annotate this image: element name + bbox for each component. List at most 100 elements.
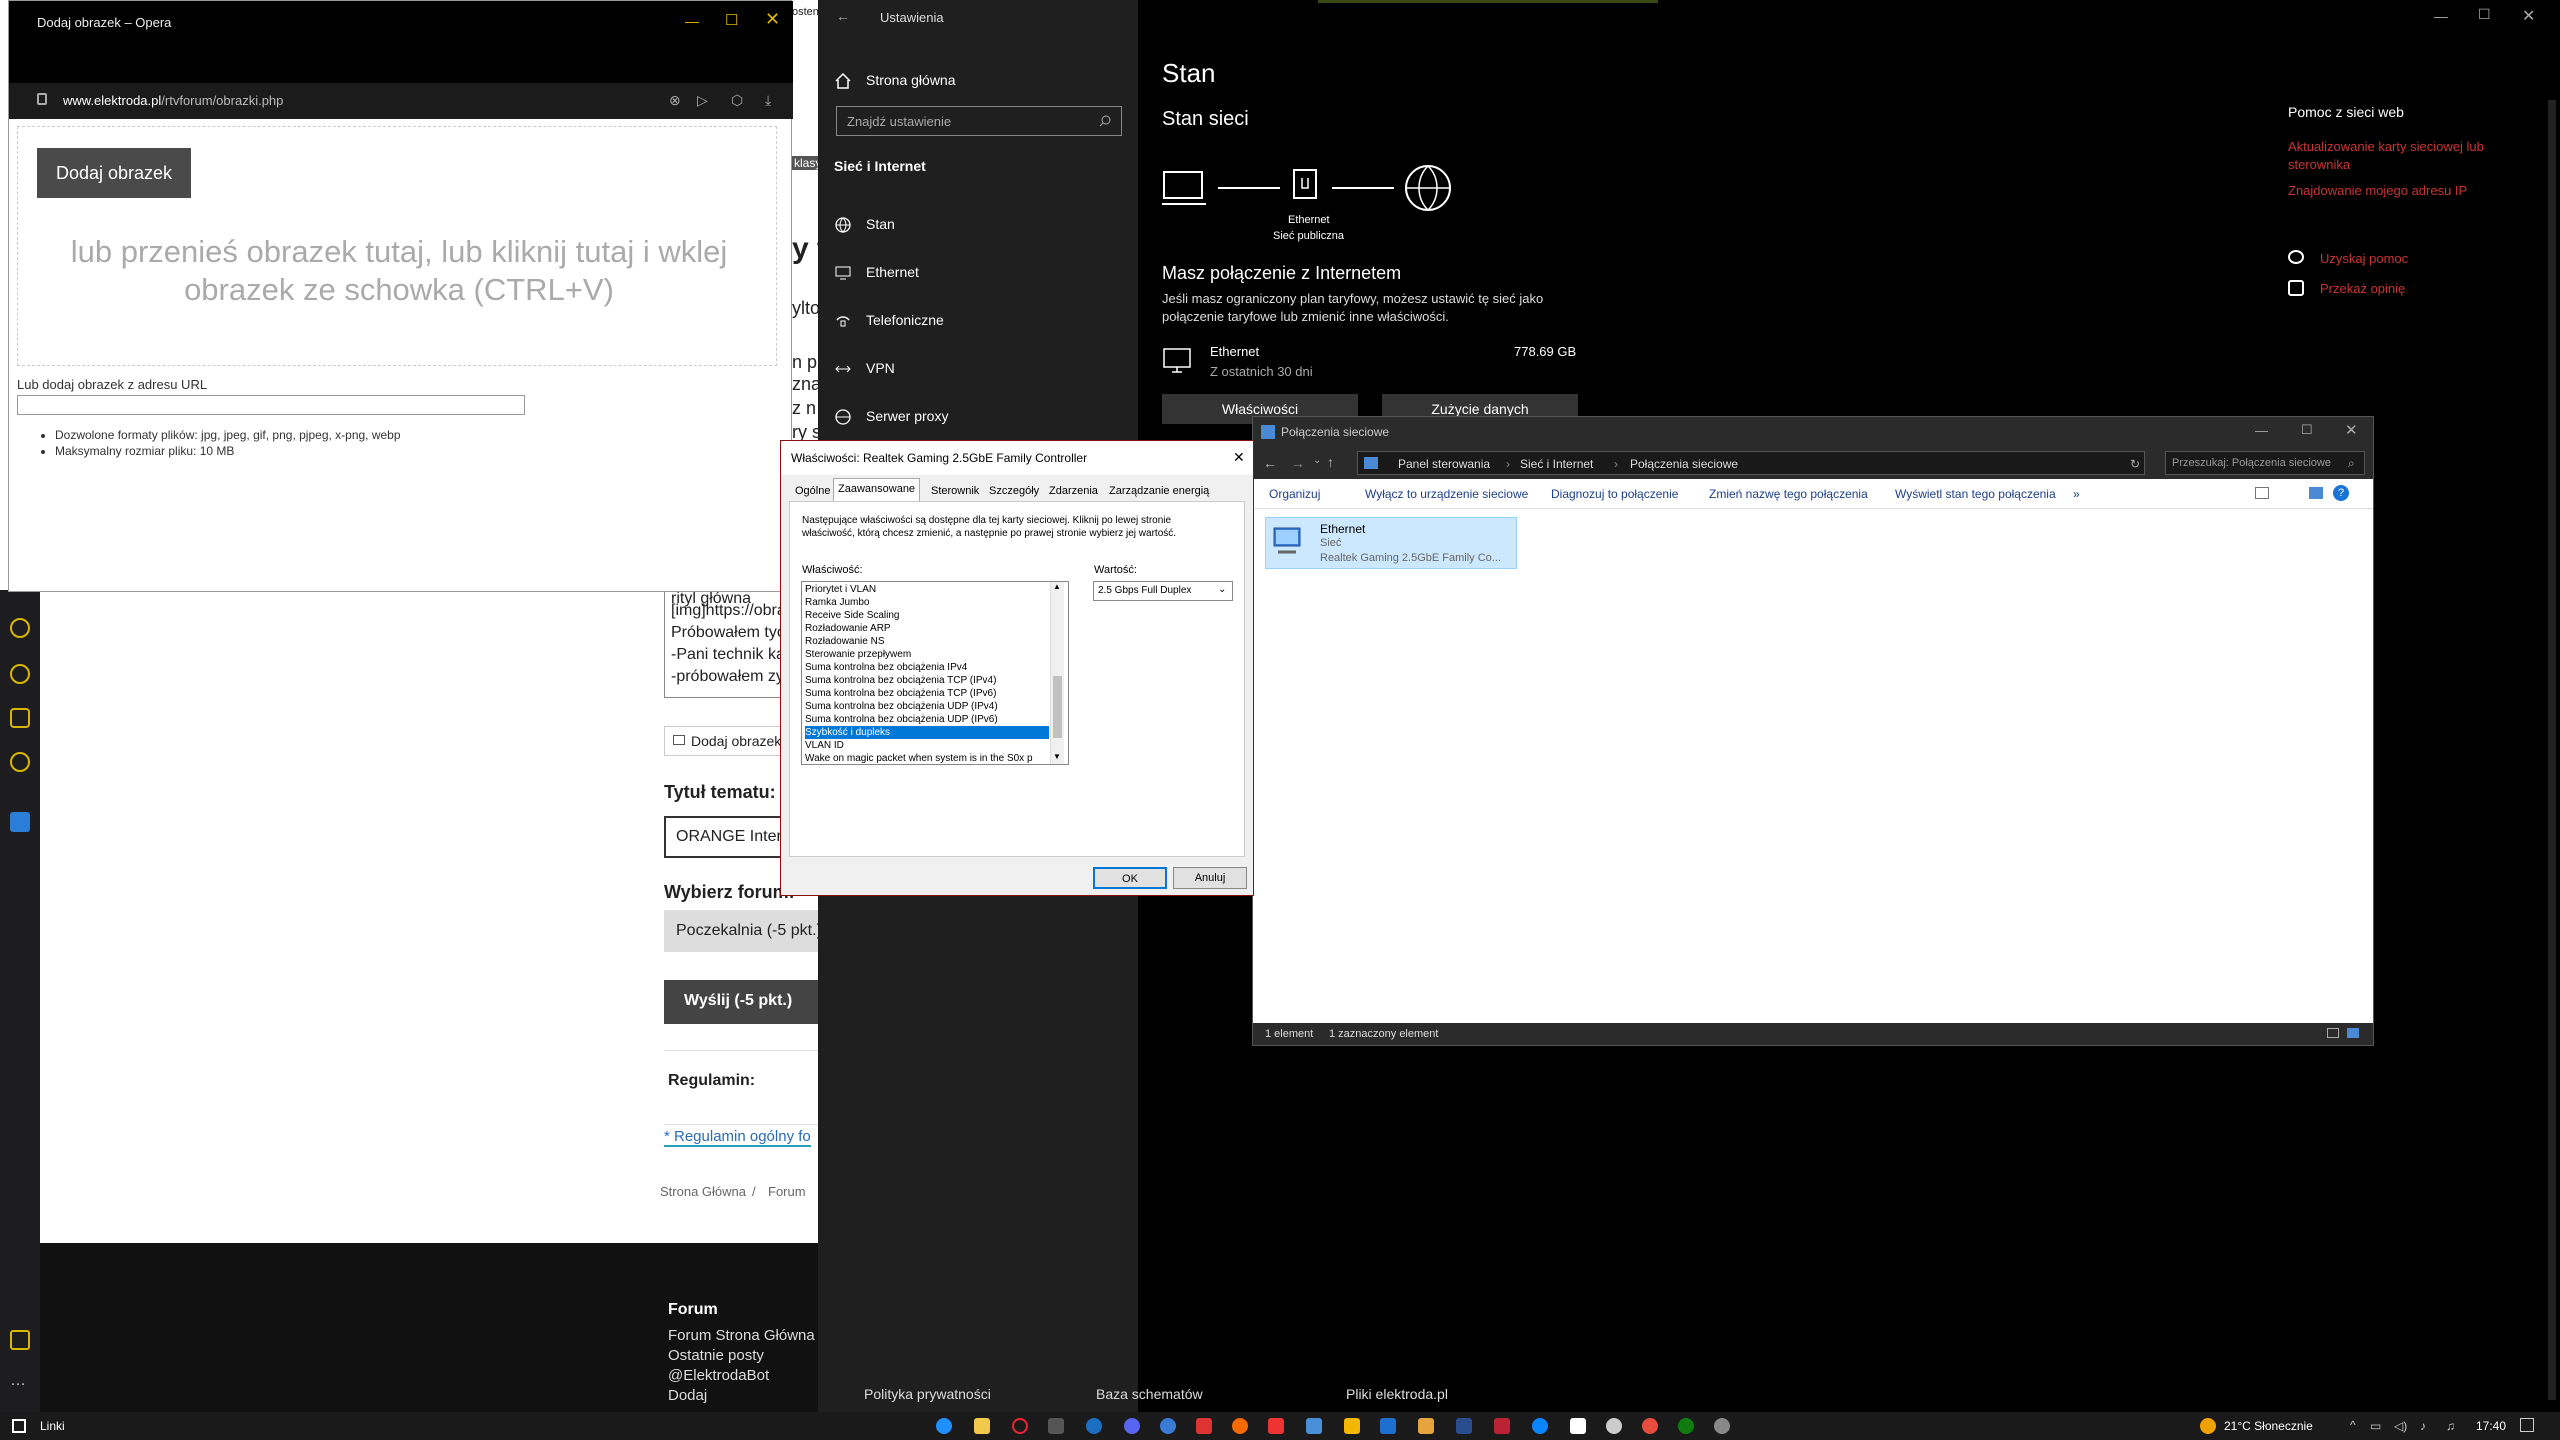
nc-search-input[interactable]: Przeszukaj: Połączenia sieciowe ⌕ <box>2165 451 2365 475</box>
refresh-icon[interactable]: ↻ <box>2130 457 2140 471</box>
footer-link[interactable]: @ElektrodaBot <box>668 1367 769 1384</box>
minimize-icon[interactable]: — <box>685 13 699 29</box>
tab-events[interactable]: Zdarzenia <box>1045 481 1102 501</box>
get-help-link[interactable]: Uzyskaj pomoc <box>2320 250 2408 268</box>
property-item[interactable]: Wake on magic packet when system is in t… <box>805 752 1049 764</box>
send-button[interactable]: Wyślij (-5 pkt.) <box>664 980 824 1024</box>
cmd-rename[interactable]: Zmień nazwę tego połączenia <box>1709 487 1868 501</box>
property-item-selected[interactable]: Szybkość i dupleks <box>805 726 1049 739</box>
property-item[interactable]: Suma kontrolna bez obciążenia UDP (IPv6) <box>805 713 1049 726</box>
speaker-icon[interactable]: ♪ <box>2420 1419 2426 1433</box>
property-item[interactable]: VLAN ID <box>805 739 1049 752</box>
tab-general[interactable]: Ogólne <box>791 481 834 501</box>
url-text[interactable]: www.elektroda.pl/rtvforum/obrazki.php <box>63 93 283 108</box>
forum-select[interactable]: Poczekalnia (-5 pkt.) <box>664 910 824 952</box>
app-icon[interactable] <box>1456 1418 1472 1434</box>
nc-address-bar[interactable]: Panel sterowania › Sieć i Internet › Poł… <box>1357 451 2145 475</box>
property-item[interactable]: Priorytet i VLAN <box>805 583 1049 596</box>
close-icon[interactable]: ✕ <box>765 9 780 30</box>
preview-pane-icon[interactable] <box>2309 487 2323 499</box>
footer-link[interactable]: Forum Strona Główna <box>668 1327 815 1344</box>
crumb-connections[interactable]: Połączenia sieciowe <box>1630 457 1738 471</box>
value-select[interactable]: 2.5 Gbps Full Duplex ⌄ <box>1093 581 1233 601</box>
app-icon[interactable] <box>1532 1418 1548 1434</box>
chevron-up-icon[interactable]: ^ <box>2350 1418 2356 1432</box>
chevron-down-icon[interactable]: ⌄ <box>1313 455 1321 466</box>
up-arrow-icon[interactable]: ↑ <box>1327 454 1334 470</box>
image-url-input[interactable] <box>17 395 525 415</box>
weather-icon[interactable] <box>2200 1418 2216 1434</box>
details-view-icon[interactable] <box>2327 1028 2339 1038</box>
back-arrow-icon[interactable]: ← <box>836 8 850 24</box>
property-item[interactable]: Sterowanie przepływem <box>805 648 1049 661</box>
more-icon[interactable]: … <box>10 1373 30 1396</box>
tab-details[interactable]: Szczegóły <box>985 481 1043 501</box>
rules-link[interactable]: * Regulamin ogólny fo <box>664 1128 811 1147</box>
minimize-icon[interactable]: — <box>2255 423 2268 438</box>
footer-link[interactable]: Polityka prywatności <box>864 1386 991 1402</box>
help-icon[interactable]: ? <box>2333 485 2349 501</box>
property-item[interactable]: Rozładowanie ARP <box>805 622 1049 635</box>
app-icon[interactable] <box>1418 1418 1434 1434</box>
footer-link[interactable]: Dodaj <box>668 1387 707 1404</box>
property-item[interactable]: Suma kontrolna bez obciążenia TCP (IPv4) <box>805 674 1049 687</box>
ethernet-connection-item[interactable]: Ethernet Sieć Realtek Gaming 2.5GbE Fami… <box>1265 517 1517 569</box>
footer-link[interactable]: Ostatnie posty <box>668 1347 764 1364</box>
notifications-icon[interactable] <box>2520 1418 2534 1432</box>
volume-icon[interactable]: ◁) <box>2394 1419 2407 1433</box>
property-item[interactable]: Receive Side Scaling <box>805 609 1049 622</box>
cmd-diagnose[interactable]: Diagnozuj to połączenie <box>1551 487 1678 501</box>
settings-icon[interactable] <box>10 752 30 772</box>
extensions-icon[interactable] <box>10 708 30 728</box>
property-item[interactable]: Suma kontrolna bez obciążenia TCP (IPv6) <box>805 687 1049 700</box>
app-icon[interactable] <box>1196 1418 1212 1434</box>
box-icon[interactable]: ⬡ <box>731 92 743 109</box>
start-icon[interactable] <box>12 1419 26 1433</box>
download-icon[interactable]: ⤓ <box>765 92 771 109</box>
app-icon[interactable] <box>1232 1418 1248 1434</box>
explorer-icon[interactable] <box>974 1418 990 1434</box>
settings-search-input[interactable]: Znajdź ustawienie <box>836 106 1122 136</box>
property-list-scrollbar[interactable]: ▲ ▼ <box>1050 582 1064 764</box>
app-icon[interactable] <box>1344 1418 1360 1434</box>
app-icon[interactable] <box>1380 1418 1396 1434</box>
tab-driver[interactable]: Sterownik <box>927 481 983 501</box>
close-icon[interactable]: ✕ <box>2522 6 2535 26</box>
property-item[interactable]: Rozładowanie NS <box>805 635 1049 648</box>
nav-vpn[interactable]: VPN <box>818 348 1138 388</box>
scroll-thumb[interactable] <box>1053 676 1062 738</box>
view-options-icon[interactable] <box>2255 487 2269 499</box>
cmd-more[interactable]: » <box>2073 487 2080 501</box>
gallery-icon[interactable] <box>10 1330 30 1350</box>
maximize-icon[interactable]: ☐ <box>2478 6 2491 23</box>
settings-taskbar-icon[interactable] <box>1306 1418 1322 1434</box>
weather-text[interactable]: 21°C Słonecznie <box>2224 1419 2313 1433</box>
cmd-organize[interactable]: Organizuj <box>1269 487 1320 501</box>
icons-view-icon[interactable] <box>2347 1028 2359 1038</box>
nav-proxy[interactable]: Serwer proxy <box>818 396 1138 436</box>
app-icon[interactable] <box>10 812 30 832</box>
opera-icon[interactable] <box>1012 1418 1028 1434</box>
help-link-ip[interactable]: Znajdowanie mojego adresu IP <box>2288 182 2508 200</box>
sound-icon[interactable]: ♫ <box>2446 1419 2455 1433</box>
crumb-network[interactable]: Sieć i Internet <box>1520 457 1593 471</box>
discord-icon[interactable] <box>1124 1418 1140 1434</box>
xbox-icon[interactable] <box>1678 1418 1694 1434</box>
app-icon[interactable] <box>1570 1418 1586 1434</box>
ok-button[interactable]: OK <box>1093 867 1167 889</box>
player-icon[interactable] <box>10 618 30 638</box>
nav-stan[interactable]: Stan <box>818 204 1138 244</box>
forward-arrow-icon[interactable]: → <box>1291 455 1305 471</box>
app-icon[interactable] <box>1268 1418 1284 1434</box>
feedback-link[interactable]: Przekaż opinię <box>2320 280 2405 298</box>
maximize-icon[interactable]: ☐ <box>2301 422 2313 438</box>
add-image-button[interactable]: Dodaj obrazek <box>37 148 191 198</box>
property-item[interactable]: Ramka Jumbo <box>805 596 1049 609</box>
chevron-up-icon[interactable]: ▲ <box>1053 582 1061 591</box>
steam-icon[interactable] <box>1086 1418 1102 1434</box>
tab-power[interactable]: Zarządzanie energią <box>1105 481 1213 501</box>
scrollbar[interactable] <box>2548 100 2556 1400</box>
block-icon[interactable]: ⊗ <box>669 92 681 109</box>
app-icon[interactable] <box>1494 1418 1510 1434</box>
app-icon[interactable] <box>1160 1418 1176 1434</box>
